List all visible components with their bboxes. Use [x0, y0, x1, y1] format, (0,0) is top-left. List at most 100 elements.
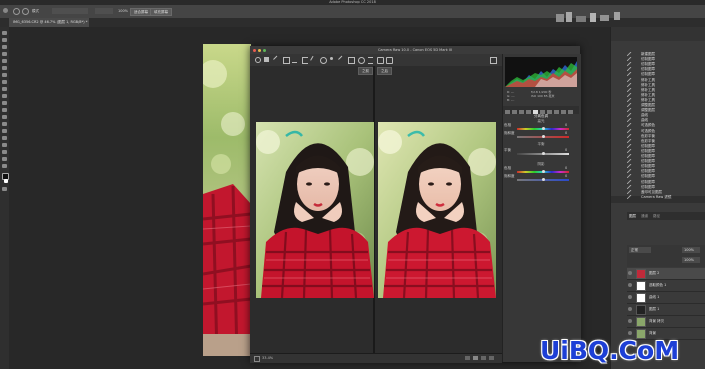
swap-button[interactable]: [473, 356, 478, 360]
layer-thumbnail: [636, 305, 646, 315]
layer-row[interactable]: 选取颜色 1: [627, 280, 705, 292]
tab-paths[interactable]: 路径: [653, 212, 660, 220]
opacity-field[interactable]: 100%: [682, 247, 700, 253]
blur-tool-icon[interactable]: [2, 115, 7, 119]
spot-removal-icon[interactable]: [320, 57, 327, 64]
readout-b: B: ---: [507, 98, 515, 102]
visibility-eye-icon[interactable]: [628, 283, 632, 287]
layers-panel-tabs: 图层 通道 路径: [627, 212, 705, 220]
slider-knob[interactable]: [541, 178, 545, 181]
tab-layers[interactable]: 图层: [629, 212, 636, 220]
crop-icon[interactable]: [302, 57, 308, 64]
blend-mode-select[interactable]: 正常: [629, 247, 651, 253]
crop-tool-icon[interactable]: [2, 59, 7, 63]
radial-filter-icon[interactable]: [358, 57, 365, 64]
zoom-out-button[interactable]: [254, 356, 260, 362]
camera-raw-toolbar: [250, 54, 502, 66]
layer-row[interactable]: 图层 1: [627, 304, 705, 316]
toggle-settings-button[interactable]: [489, 356, 494, 360]
shadows-section: 阴影: [537, 162, 545, 166]
slider-knob[interactable]: [541, 127, 545, 130]
type-tool-icon[interactable]: [2, 136, 7, 140]
color-sampler-icon[interactable]: [283, 57, 290, 64]
copy-settings-button[interactable]: [481, 356, 486, 360]
layer-thumbnail: [636, 269, 646, 279]
zoom-tool-icon[interactable]: [3, 8, 8, 13]
layer-row[interactable]: 曲线 1: [627, 292, 705, 304]
straighten-icon[interactable]: [310, 55, 318, 64]
history-item-label: Camera Raw 滤镜: [641, 194, 672, 199]
layer-row[interactable]: 背景 拷贝: [627, 316, 705, 328]
resize-windows-checkbox[interactable]: [52, 8, 88, 14]
marquee-tool-icon[interactable]: [2, 38, 7, 42]
hand-tool-icon[interactable]: [2, 157, 7, 161]
layer-name: 图层 2: [649, 271, 660, 275]
fit-screen-button[interactable]: 适合屏幕: [130, 8, 152, 16]
visibility-eye-icon[interactable]: [628, 319, 632, 323]
brush-tool-icon[interactable]: [2, 80, 7, 84]
fullscreen-icon[interactable]: [490, 57, 497, 64]
background-color-swatch[interactable]: [4, 179, 8, 183]
camera-raw-titlebar: Camera Raw 10.0 - Canon EOS 5D Mark III: [250, 46, 580, 54]
clone-stamp-tool-icon[interactable]: [2, 87, 7, 91]
slider-knob[interactable]: [541, 152, 545, 155]
gradient-tool-icon[interactable]: [2, 108, 7, 112]
panel-icon-strip: [611, 27, 705, 41]
zoom-level[interactable]: 33.4%: [262, 356, 273, 361]
targeted-adjustment-icon[interactable]: [292, 57, 297, 63]
visibility-eye-icon[interactable]: [628, 295, 632, 299]
brush-icon: [627, 194, 632, 199]
layer-thumbnail: [636, 281, 646, 291]
zoom-tool-icon[interactable]: [2, 164, 7, 168]
fill-field[interactable]: 100%: [682, 257, 700, 263]
quick-mask-icon[interactable]: [2, 187, 7, 191]
histogram-readout: R: --- G: --- B: --- f/2.8 1/200 秒 ISO 1…: [505, 90, 577, 104]
layer-thumbnail: [636, 293, 646, 303]
view-mode-button[interactable]: [465, 356, 470, 360]
layer-row[interactable]: 图层 2: [627, 268, 705, 280]
slider-knob[interactable]: [541, 170, 545, 173]
shape-tool-icon[interactable]: [2, 150, 7, 154]
layer-name: 选取颜色 1: [649, 283, 667, 287]
document-photo: [203, 44, 251, 356]
red-eye-icon[interactable]: [330, 57, 333, 60]
rotate-left-icon[interactable]: [377, 57, 384, 64]
move-tool-icon[interactable]: [2, 31, 7, 35]
zoom-out-icon[interactable]: [22, 8, 29, 15]
slider-label: 色相: [504, 166, 511, 170]
camera-raw-title: Camera Raw 10.0 - Canon EOS 5D Mark III: [377, 48, 453, 52]
eraser-tool-icon[interactable]: [2, 101, 7, 105]
rotate-right-icon[interactable]: [386, 57, 393, 64]
zoom-all-checkbox[interactable]: [95, 8, 113, 14]
blurred-area: [556, 10, 636, 26]
preferences-icon[interactable]: [368, 57, 373, 64]
quick-select-tool-icon[interactable]: [2, 52, 7, 56]
layer-name: 曲线 1: [649, 295, 660, 299]
visibility-eye-icon[interactable]: [628, 271, 632, 275]
zoom-value[interactable]: 100%: [118, 8, 128, 14]
history-brush-tool-icon[interactable]: [2, 94, 7, 98]
zoom-in-icon[interactable]: [13, 8, 20, 15]
before-label: 之前: [358, 67, 373, 75]
slider-knob[interactable]: [541, 135, 545, 138]
adjustment-brush-icon[interactable]: [338, 55, 346, 64]
pen-tool-icon[interactable]: [2, 129, 7, 133]
graduated-filter-icon[interactable]: [348, 57, 355, 64]
before-photo: [256, 122, 374, 298]
path-select-tool-icon[interactable]: [2, 143, 7, 147]
eyedropper-tool-icon[interactable]: [2, 66, 7, 70]
white-balance-icon[interactable]: [273, 55, 281, 64]
history-item[interactable]: Camera Raw 滤镜: [627, 194, 693, 201]
tab-channels[interactable]: 通道: [641, 212, 648, 220]
dodge-tool-icon[interactable]: [2, 122, 7, 126]
zoom-icon[interactable]: [255, 57, 261, 63]
after-label: 之后: [377, 67, 392, 75]
histogram: [505, 57, 577, 87]
hand-icon[interactable]: [264, 57, 269, 62]
lasso-tool-icon[interactable]: [2, 45, 7, 49]
healing-brush-tool-icon[interactable]: [2, 73, 7, 77]
visibility-eye-icon[interactable]: [628, 331, 632, 335]
fill-screen-button[interactable]: 填充屏幕: [150, 8, 172, 16]
document-tab[interactable]: IMG_6356.CR2 @ 46.7% (图层 1, RGB/8*) *: [9, 18, 89, 27]
visibility-eye-icon[interactable]: [628, 307, 632, 311]
